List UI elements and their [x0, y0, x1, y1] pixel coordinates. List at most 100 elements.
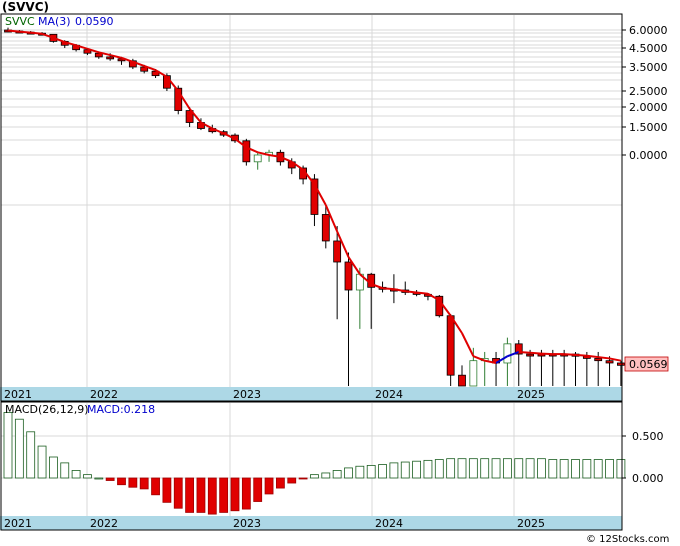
candle-body	[242, 140, 251, 163]
macd-bar	[83, 474, 92, 479]
macd-bar	[468, 458, 478, 479]
macd-bar	[548, 459, 558, 479]
price-tick-label: 1.5000	[629, 121, 668, 134]
candle-body	[503, 343, 512, 364]
macd-bar	[219, 477, 229, 513]
macd-bar	[616, 459, 626, 479]
ma-line-segment	[586, 354, 599, 359]
macd-bar	[525, 458, 535, 479]
price-tick-label: 2.5000	[629, 85, 668, 98]
candle-body	[333, 240, 342, 263]
macd-bar	[344, 467, 353, 479]
macd-bar	[196, 477, 206, 513]
year-label-bottom: 2025	[517, 517, 545, 530]
macd-bar	[412, 460, 422, 479]
year-label-top: 2025	[517, 388, 545, 401]
macd-bar	[434, 459, 444, 479]
macd-bar	[94, 477, 104, 480]
macd-bar	[230, 477, 240, 512]
ma-line-segment	[19, 30, 31, 34]
macd-bar	[117, 477, 126, 486]
macd-bar	[207, 477, 217, 515]
macd-bar	[605, 459, 614, 479]
candle-body	[321, 214, 330, 242]
ticker-title: (SVVC)	[2, 0, 49, 14]
macd-bar	[332, 470, 342, 479]
candle-body	[253, 154, 262, 163]
macd-bar	[241, 477, 251, 510]
macd-bar	[593, 459, 603, 479]
macd-tick-label: 0.000	[632, 472, 664, 485]
macd-bar	[582, 459, 592, 479]
macd-bar	[321, 472, 331, 479]
legend-macd-label: MACD(26,12,9)	[5, 403, 89, 416]
year-label-top: 2023	[233, 388, 261, 401]
macd-tick-label: 0.500	[632, 430, 664, 443]
last-price-label: 0.0569	[629, 358, 668, 371]
macd-bar	[3, 412, 13, 479]
macd-bar	[37, 445, 47, 479]
year-label-top: 2022	[90, 388, 118, 401]
macd-bar	[105, 477, 115, 481]
price-tick-label: 4.5000	[629, 42, 668, 55]
ma-line-segment	[530, 351, 542, 355]
year-label-bottom: 2024	[375, 517, 403, 530]
macd-bar	[60, 462, 70, 479]
candle-body	[344, 261, 353, 291]
price-tick-label: 0.0000	[629, 149, 668, 162]
macd-bar	[151, 477, 160, 496]
ma-line-segment	[7, 29, 20, 33]
legend-ma-value: 0.0590	[75, 15, 114, 28]
macd-bar	[480, 458, 490, 479]
legend-macd-value: MACD:0.218	[87, 403, 155, 416]
macd-bar	[162, 477, 172, 503]
stock-chart: 6.0000 4.5000 3.5000 2.5000 2.0000 1.5000 0.00…	[0, 0, 680, 546]
macd-bar	[139, 477, 149, 490]
macd-bar	[491, 458, 501, 479]
ma-line-segment	[518, 350, 531, 354]
candle-body	[458, 374, 466, 387]
year-label-bottom: 2023	[233, 517, 261, 530]
macd-bar	[446, 458, 456, 479]
macd-bar	[310, 474, 319, 479]
macd-bar	[71, 470, 81, 479]
candle-body	[605, 360, 614, 364]
macd-bar	[389, 462, 399, 479]
macd-bar	[400, 461, 410, 479]
macd-bar	[514, 458, 524, 479]
candle-body	[617, 362, 625, 366]
macd-bar	[502, 458, 512, 479]
year-label-top: 2021	[4, 388, 32, 401]
macd-bar	[275, 477, 285, 489]
macd-bar	[287, 477, 297, 484]
macd-bar	[264, 477, 274, 495]
macd-bar	[298, 477, 308, 480]
candle-body	[446, 315, 455, 376]
macd-bar	[366, 464, 376, 479]
macd-bar	[423, 459, 433, 479]
candle-body	[106, 56, 115, 60]
macd-bar	[49, 456, 58, 479]
macd-bar	[355, 465, 365, 479]
price-tick-label: 6.0000	[629, 24, 668, 37]
macd-bar	[378, 464, 387, 479]
macd-bar	[26, 431, 36, 479]
macd-bar	[571, 459, 580, 479]
candle-body	[469, 360, 478, 387]
macd-bar	[14, 418, 24, 479]
watermark: © 12Stocks.com	[586, 534, 669, 545]
price-tick-label: 2.0000	[629, 101, 668, 114]
macd-bar	[559, 459, 569, 479]
macd-bar	[128, 477, 138, 488]
ma-line-segment	[405, 290, 417, 294]
macd-bar	[253, 477, 263, 502]
ma-line-segment	[598, 356, 610, 360]
macd-bar	[173, 477, 183, 509]
macd-bar	[185, 477, 195, 513]
price-tick-label: 3.5000	[629, 61, 668, 74]
macd-bar	[537, 458, 546, 479]
year-label-bottom: 2022	[90, 517, 118, 530]
legend-ma-label: MA(3)	[38, 15, 71, 28]
ma-line-segment	[30, 31, 43, 35]
candle-body	[594, 358, 603, 362]
